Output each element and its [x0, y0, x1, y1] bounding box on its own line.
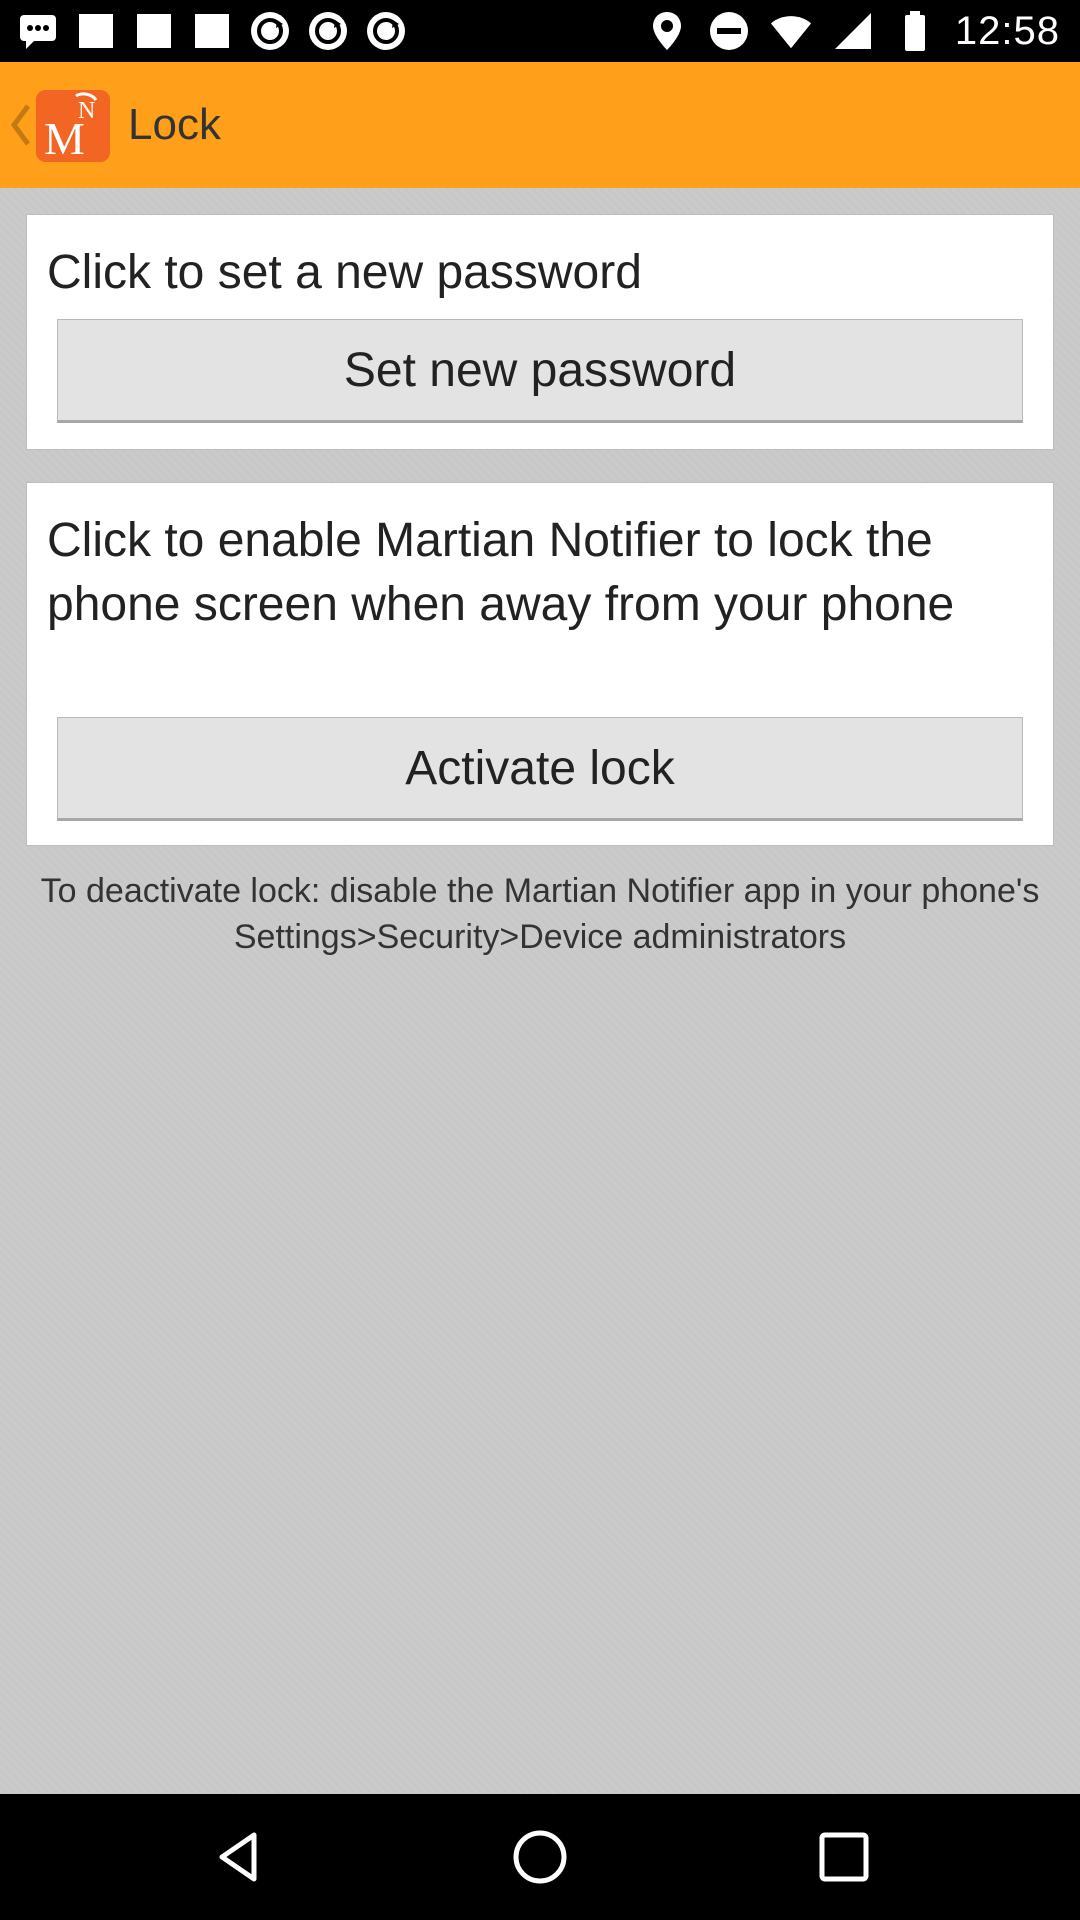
svg-text:N: N: [78, 98, 95, 124]
status-time: 12:58: [954, 8, 1060, 53]
lock-card: Click to enable Martian Notifier to lock…: [26, 482, 1054, 846]
do-not-disturb-icon: [707, 9, 751, 53]
image-icon: [190, 9, 234, 53]
main-content: Click to set a new password Set new pass…: [0, 188, 1080, 1794]
set-new-password-button[interactable]: Set new password: [57, 319, 1023, 423]
chevron-left-icon[interactable]: [8, 98, 34, 152]
location-icon: [645, 9, 689, 53]
password-card: Click to set a new password Set new pass…: [26, 214, 1054, 450]
deactivate-note: To deactivate lock: disable the Martian …: [40, 872, 1040, 956]
image-icon: [132, 9, 176, 53]
home-icon[interactable]: [510, 1827, 570, 1887]
sync-icon: [364, 9, 408, 53]
back-icon[interactable]: [210, 1827, 270, 1887]
chat-icon: [16, 9, 60, 53]
page-title: Lock: [128, 100, 221, 149]
navigation-bar: [0, 1794, 1080, 1920]
status-bar: 12:58: [0, 0, 1080, 62]
sync-icon: [248, 9, 292, 53]
notification-icons: [16, 0, 408, 62]
app-bar: M N Lock: [0, 62, 1080, 188]
image-icon: [74, 9, 118, 53]
app-logo[interactable]: M N: [36, 90, 110, 162]
recents-icon[interactable]: [814, 1827, 874, 1887]
sync-icon: [306, 9, 350, 53]
activate-lock-button[interactable]: Activate lock: [57, 717, 1023, 821]
wifi-icon: [769, 9, 813, 53]
signal-icon: [831, 9, 875, 53]
system-status: 12:58: [645, 0, 1060, 62]
password-description: Click to set a new password: [47, 246, 642, 299]
lock-description: Click to enable Martian Notifier to lock…: [47, 514, 955, 631]
battery-icon: [893, 9, 937, 53]
